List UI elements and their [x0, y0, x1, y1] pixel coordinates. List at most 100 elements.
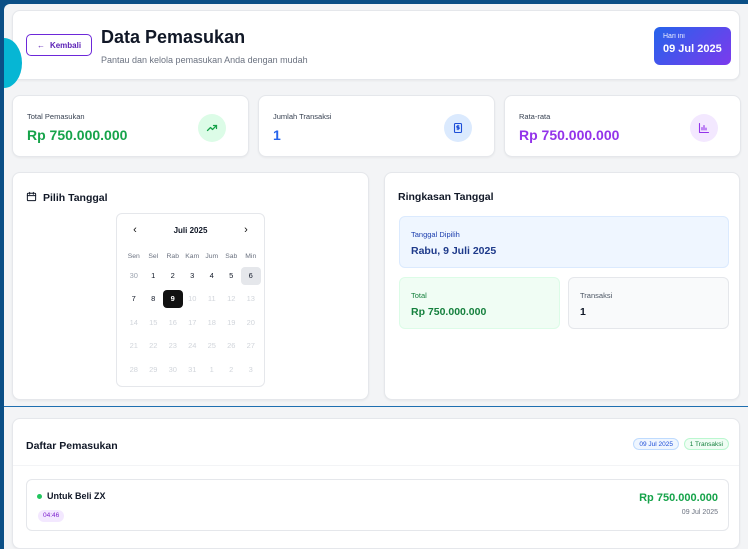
next-month-button[interactable]: ›	[239, 224, 253, 236]
stat-value: Rp 750.000.000	[27, 127, 128, 143]
calendar-grid: Sen Sel Rab Kam Jum Sab Min 30 1 2 3 4 5 6 7 8 9 10 11 12 13…	[124, 250, 261, 382]
summary-total-value: Rp 750.000.000	[411, 306, 487, 318]
calendar-week-row: 21 22 23 24 25 26 27	[124, 335, 261, 359]
selected-date-value: Rabu, 9 Juli 2025	[411, 245, 497, 257]
calendar-day: 29	[149, 364, 158, 374]
calendar-week-row: 14 15 16 17 18 19 20	[124, 311, 261, 335]
list-divider	[13, 465, 739, 466]
calendar-icon	[26, 191, 37, 205]
weekday-row: Sen Sel Rab Kam Jum Sab Min	[124, 250, 261, 264]
today-label: Hari ini	[663, 33, 685, 40]
calendar-day: 26	[227, 341, 236, 351]
weekday-label: Kam	[185, 253, 200, 260]
income-list-title: Daftar Pemasukan	[26, 440, 118, 452]
calendar-week-row: 28 29 30 31 1 2 3	[124, 358, 261, 382]
bar-chart-icon	[690, 114, 718, 142]
summary-transactions-box: Transaksi 1	[568, 277, 729, 329]
calendar-day[interactable]: 7	[124, 290, 144, 308]
calendar-day: 22	[149, 341, 158, 351]
income-time-badge: 04:46	[38, 510, 65, 522]
back-button[interactable]: ← Kembali	[26, 34, 92, 56]
summary-total-box: Total Rp 750.000.000	[399, 277, 560, 329]
date-badge: 09 Jul 2025	[633, 438, 679, 450]
income-name: Untuk Beli ZX	[47, 491, 106, 501]
calendar-day: 27	[246, 341, 255, 351]
arrow-left-icon: ←	[36, 40, 45, 50]
page-title: Data Pemasukan	[101, 27, 246, 47]
calendar-day: 2	[229, 364, 234, 374]
calendar-day: 19	[227, 317, 236, 327]
calendar-day[interactable]: 5	[222, 267, 242, 285]
date-summary-card: Ringkasan Tanggal Tanggal Dipilih Rabu, …	[384, 172, 740, 400]
calendar-day: 12	[227, 294, 236, 304]
calendar-day[interactable]: 1	[144, 267, 164, 285]
section-divider	[4, 406, 748, 407]
income-amount: Rp 750.000.000	[639, 492, 718, 504]
calendar-day: 15	[149, 317, 158, 327]
calendar-day: 20	[246, 317, 255, 327]
calendar-day: 28	[129, 364, 138, 374]
stat-label: Total Pemasukan	[27, 112, 85, 121]
stat-value: 1	[273, 127, 281, 143]
calendar: ‹ Juli 2025 › Sen Sel Rab Kam Jum Sab Min 30 1 2 3…	[116, 213, 265, 387]
income-date: 09 Jul 2025	[681, 509, 718, 516]
calendar-day: 11	[207, 294, 216, 304]
stat-label: Rata-rata	[519, 112, 551, 121]
weekday-label: Sab	[225, 253, 238, 260]
calendar-day[interactable]: 4	[202, 267, 222, 285]
stat-value: Rp 750.000.000	[519, 127, 620, 143]
calendar-day: 23	[168, 341, 177, 351]
page-header: ← Kembali Data Pemasukan Pantau dan kelo…	[12, 10, 740, 80]
calendar-day[interactable]: 6	[241, 266, 261, 285]
calendar-day[interactable]: 8	[144, 290, 164, 308]
calendar-day: 10	[188, 294, 197, 304]
calendar-day: 13	[246, 294, 255, 304]
stat-label: Jumlah Transaksi	[273, 112, 332, 121]
calendar-day: 30	[168, 364, 177, 374]
calendar-day[interactable]: 30	[124, 267, 144, 285]
summary-transactions-label: Transaksi	[580, 291, 613, 300]
weekday-label: Sen	[127, 253, 140, 260]
calendar-day: 25	[207, 341, 216, 351]
calendar-day[interactable]: 3	[183, 267, 203, 285]
stat-card-average: Rata-rata Rp 750.000.000	[504, 95, 741, 157]
summary-title: Ringkasan Tanggal	[398, 191, 494, 203]
summary-transactions-value: 1	[580, 306, 586, 318]
page-subtitle: Pantau dan kelola pemasukan Anda dengan …	[101, 55, 308, 65]
list-item[interactable]: Untuk Beli ZX 04:46 Rp 750.000.000 09 Ju…	[26, 479, 729, 531]
selected-date-label: Tanggal Dipilih	[411, 230, 460, 239]
status-dot	[37, 494, 42, 499]
weekday-label: Min	[245, 253, 257, 260]
stat-card-count: Jumlah Transaksi 1	[258, 95, 495, 157]
picker-heading: Pilih Tanggal	[26, 191, 108, 205]
weekday-label: Sel	[148, 253, 159, 260]
calendar-week-row: 7 8 9 10 11 12 13	[124, 288, 261, 312]
income-list-card: Daftar Pemasukan 09 Jul 2025 1 Transaksi…	[12, 418, 740, 549]
calendar-header: ‹ Juli 2025 ›	[117, 224, 264, 238]
calendar-day: 3	[248, 364, 253, 374]
transaction-count-badge: 1 Transaksi	[683, 438, 729, 450]
calendar-day: 18	[207, 317, 216, 327]
today-badge: Hari ini 09 Jul 2025	[654, 27, 731, 65]
picker-title: Pilih Tanggal	[43, 192, 108, 204]
calendar-day-selected[interactable]: 9	[163, 290, 183, 309]
selected-date-box: Tanggal Dipilih Rabu, 9 Juli 2025	[399, 216, 729, 268]
today-value: 09 Jul 2025	[663, 43, 722, 55]
calendar-day: 21	[129, 341, 138, 351]
calendar-day: 31	[188, 364, 197, 374]
trending-up-icon	[198, 114, 226, 142]
calendar-day: 17	[188, 317, 197, 327]
weekday-label: Jum	[205, 253, 219, 260]
calendar-day: 1	[209, 364, 214, 374]
summary-total-label: Total	[411, 291, 427, 300]
date-picker-card: Pilih Tanggal ‹ Juli 2025 › Sen Sel Rab Kam…	[12, 172, 369, 400]
calendar-week-row: 30 1 2 3 4 5 6	[124, 264, 261, 288]
page: ← Kembali Data Pemasukan Pantau dan kelo…	[4, 4, 748, 549]
weekday-label: Rab	[166, 253, 179, 260]
calendar-day: 24	[188, 341, 197, 351]
calendar-day: 16	[168, 317, 177, 327]
back-button-label: Kembali	[49, 40, 82, 50]
calendar-day[interactable]: 2	[163, 267, 183, 285]
stat-card-total: Total Pemasukan Rp 750.000.000	[12, 95, 249, 157]
calendar-day: 14	[129, 317, 138, 327]
